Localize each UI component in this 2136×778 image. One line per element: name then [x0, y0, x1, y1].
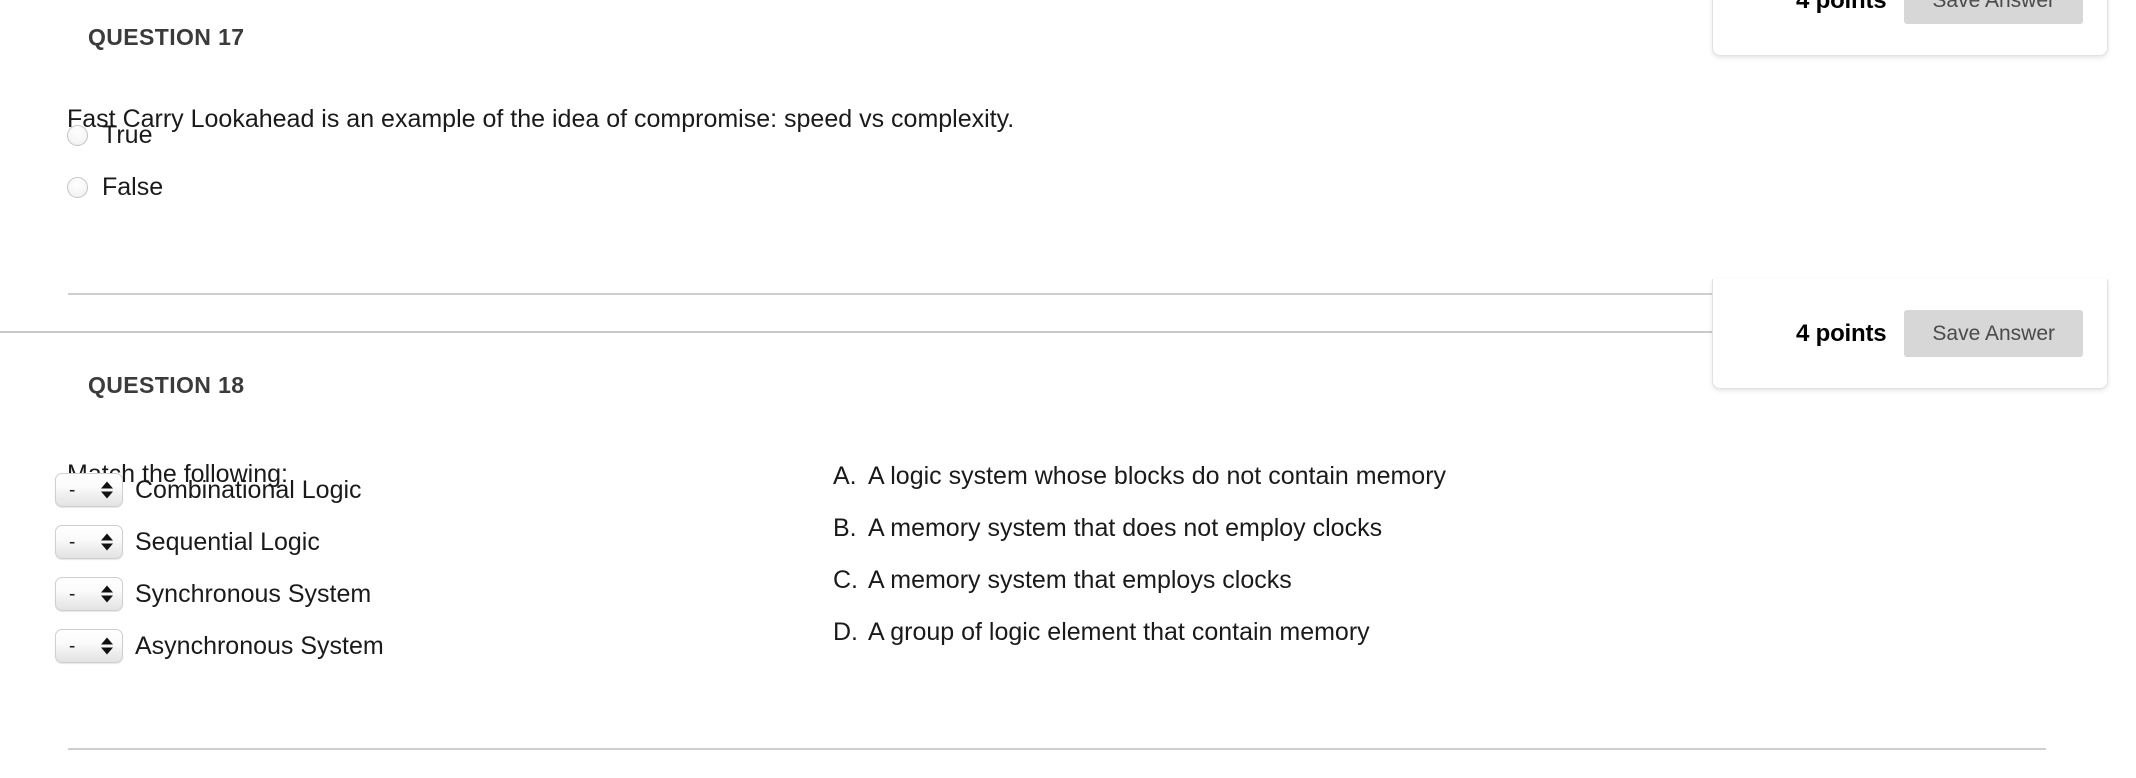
- match-select-sequential-logic[interactable]: -: [55, 525, 123, 559]
- answer-text: A memory system that does not employ clo…: [868, 514, 1383, 542]
- radio-option-true[interactable]: True: [67, 123, 152, 148]
- answer-text: A group of logic element that contain me…: [868, 618, 1370, 646]
- answer-row-b: B. A memory system that does not employ …: [833, 516, 1446, 568]
- stepper-arrows-icon: [101, 533, 113, 551]
- answer-letter: D.: [833, 618, 858, 646]
- answer-row-a: A. A logic system whose blocks do not co…: [833, 464, 1446, 516]
- question-prompt: Fast Carry Lookahead is an example of th…: [67, 105, 1015, 133]
- answer-letter: B.: [833, 514, 857, 542]
- match-row: - Combinational Logic: [55, 464, 384, 516]
- question-block-18: 4 points Save Answer QUESTION 18 Match t…: [0, 279, 2136, 778]
- stepper-arrows-icon: [101, 637, 113, 655]
- match-answers-column: A. A logic system whose blocks do not co…: [833, 464, 1446, 672]
- stepper-arrows-icon: [101, 481, 113, 499]
- arrow-down-icon: [101, 647, 113, 655]
- answer-text: A logic system whose blocks do not conta…: [868, 462, 1447, 490]
- radio-option-false[interactable]: False: [67, 175, 163, 200]
- arrow-up-icon: [101, 481, 113, 489]
- match-row: - Synchronous System: [55, 568, 384, 620]
- points-label: 4 points: [1796, 319, 1887, 347]
- arrow-up-icon: [101, 585, 113, 593]
- points-card-17: 4 points Save Answer: [1712, 0, 2108, 56]
- answer-row-c: C. A memory system that employs clocks: [833, 568, 1446, 620]
- match-select-asynchronous-system[interactable]: -: [55, 629, 123, 663]
- question-heading: QUESTION 18: [88, 372, 245, 399]
- answer-row-d: D. A group of logic element that contain…: [833, 620, 1446, 672]
- question-heading: QUESTION 17: [88, 24, 245, 51]
- arrow-down-icon: [101, 491, 113, 499]
- question-divider: [68, 748, 2046, 750]
- match-row: - Asynchronous System: [55, 620, 384, 672]
- answer-letter: A.: [833, 462, 857, 490]
- arrow-up-icon: [101, 637, 113, 645]
- match-row: - Sequential Logic: [55, 516, 384, 568]
- match-select-value: -: [69, 531, 76, 553]
- match-select-value: -: [69, 635, 76, 657]
- quiz-page: 4 points Save Answer QUESTION 17 Fast Ca…: [0, 0, 2136, 778]
- answer-letter: C.: [833, 566, 858, 594]
- match-term-label: Sequential Logic: [135, 527, 320, 556]
- match-term-label: Combinational Logic: [135, 475, 362, 504]
- points-label: 4 points: [1796, 0, 1887, 14]
- arrow-up-icon: [101, 533, 113, 541]
- match-term-label: Asynchronous System: [135, 631, 384, 660]
- save-answer-button[interactable]: Save Answer: [1904, 0, 2083, 24]
- arrow-down-icon: [101, 543, 113, 551]
- match-select-combinational-logic[interactable]: -: [55, 473, 123, 507]
- match-select-synchronous-system[interactable]: -: [55, 577, 123, 611]
- radio-button-icon[interactable]: [67, 177, 88, 198]
- match-terms-column: - Combinational Logic - Sequential Logic…: [55, 464, 384, 672]
- match-select-value: -: [69, 583, 76, 605]
- stepper-arrows-icon: [101, 585, 113, 603]
- radio-option-label: True: [102, 121, 153, 149]
- save-answer-button[interactable]: Save Answer: [1904, 310, 2083, 357]
- match-term-label: Synchronous System: [135, 579, 372, 608]
- radio-option-label: False: [102, 173, 164, 201]
- answer-text: A memory system that employs clocks: [868, 566, 1292, 594]
- radio-button-icon[interactable]: [67, 125, 88, 146]
- arrow-down-icon: [101, 595, 113, 603]
- points-card-18: 4 points Save Answer: [1712, 279, 2108, 389]
- match-select-value: -: [69, 479, 76, 501]
